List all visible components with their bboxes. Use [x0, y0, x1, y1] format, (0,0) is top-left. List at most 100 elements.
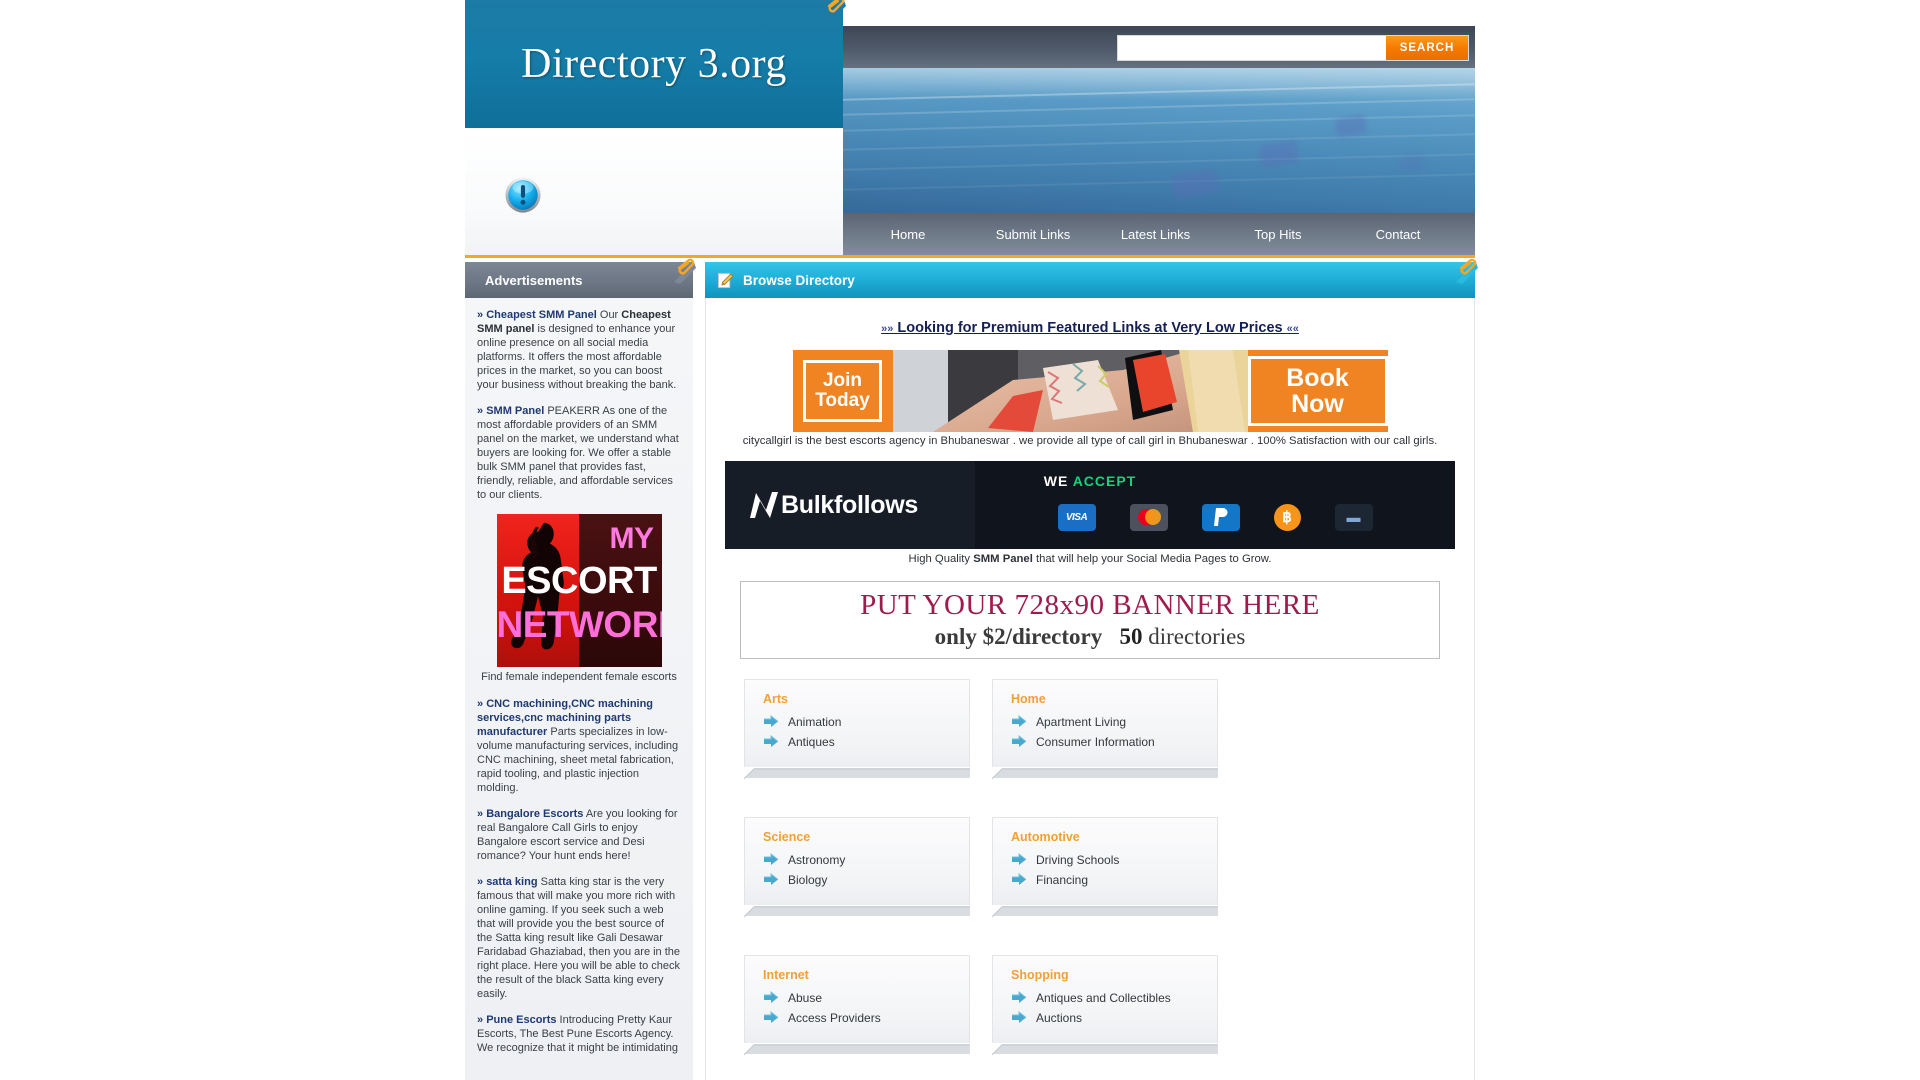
category-link-row[interactable]: Animation	[757, 715, 961, 729]
category-link-row[interactable]: Auctions	[1005, 1011, 1209, 1025]
arrow-right-icon	[764, 853, 779, 865]
arrow-right-icon	[764, 991, 779, 1003]
arrow-right-icon	[1012, 991, 1027, 1003]
header-divider	[465, 255, 1475, 258]
category-link-row[interactable]: Consumer Information	[1005, 735, 1209, 749]
category-cell: Internet Abuse Access Providers	[744, 955, 970, 1055]
nav-item-top-hits[interactable]: Top Hits	[1218, 227, 1338, 242]
arrow-right-icon	[764, 735, 779, 747]
category-link-label: Astronomy	[788, 853, 846, 867]
sidebar-ad-link[interactable]: Cheapest SMM Panel	[486, 309, 597, 321]
nav-link-contact[interactable]: Contact	[1372, 227, 1425, 242]
ad-photo	[892, 350, 1248, 432]
category-link-row[interactable]: Astronomy	[757, 853, 961, 867]
visa-icon: VISA	[1057, 503, 1096, 531]
caption-pre: High Quality	[908, 553, 974, 565]
sidebar-banner-ad[interactable]: MY ESCORT NETWORK	[496, 514, 662, 667]
sidebar-ad-text: Our	[596, 309, 622, 321]
category-link-row[interactable]: Biology	[757, 873, 961, 887]
join-today-badge[interactable]: Join Today	[792, 350, 893, 432]
banner-placeholder[interactable]: PUT YOUR 728x90 BANNER HERE only $2/dire…	[740, 581, 1440, 659]
category-title[interactable]: Automotive	[1011, 830, 1209, 844]
ad-bullet: »	[477, 698, 487, 710]
caption-post: that will help your Social Media Pages t…	[1032, 553, 1272, 565]
category-link-row[interactable]: Antiques	[757, 735, 961, 749]
payment-methods: VISA ฿ ▬	[995, 499, 1435, 535]
nav-item-home[interactable]: Home	[843, 227, 973, 242]
we-accept-word1: WE	[1043, 473, 1069, 489]
ad-bullet: »	[477, 876, 487, 888]
ad-bullet: »	[477, 1014, 487, 1026]
banner-placeholder-line2: only $2/directory 50 directories	[935, 624, 1246, 650]
category-title[interactable]: Shopping	[1011, 968, 1209, 982]
sidebar-ads-top: » Cheapest SMM Panel Our Cheapest SMM pa…	[477, 308, 681, 502]
arrow-right-icon	[764, 873, 779, 885]
nav-link-latest-links[interactable]: Latest Links	[1117, 227, 1194, 242]
nav-item-submit-links[interactable]: Submit Links	[973, 227, 1093, 242]
sidebar-ad-item: » satta king Satta king star is the very…	[477, 875, 681, 1001]
card-footer	[744, 1043, 970, 1055]
category-title[interactable]: Home	[1011, 692, 1209, 706]
card-footer	[992, 1043, 1218, 1055]
category-link-label: Antiques	[788, 735, 835, 749]
bulkfollows-banner[interactable]: Bulkfollows WE ACCEPT VISA ฿ ▬	[725, 461, 1455, 549]
nav-link-home[interactable]: Home	[887, 227, 930, 242]
banner-count-unit: directories	[1142, 624, 1246, 650]
bitcoin-icon: ฿	[1273, 503, 1301, 531]
sidebar-ads-bottom: » CNC machining,CNC machining services,c…	[477, 697, 681, 1055]
category-card: Shopping Antiques and Collectibles Auction…	[992, 955, 1218, 1043]
nav-link-top-hits[interactable]: Top Hits	[1251, 227, 1306, 242]
sidebar-ad-link[interactable]: satta king	[486, 876, 537, 888]
category-link-row[interactable]: Access Providers	[757, 1011, 961, 1025]
mastercard-icon	[1129, 503, 1168, 531]
sidebar-ad-text: Satta king star is the very famous that …	[477, 876, 681, 1000]
sidebar-ad-item: » Cheapest SMM Panel Our Cheapest SMM pa…	[477, 308, 681, 392]
banner-line-1: MY	[609, 522, 655, 555]
search-input[interactable]	[1118, 36, 1386, 60]
site-logo[interactable]: Directory 3.org	[465, 0, 846, 128]
card-footer	[744, 767, 970, 779]
sidebar-ad-link[interactable]: Bangalore Escorts	[486, 808, 583, 820]
nav-item-contact[interactable]: Contact	[1338, 227, 1458, 242]
hero-banner-image	[843, 68, 1475, 213]
paperclip-icon	[674, 258, 696, 284]
nav-item-latest-links[interactable]: Latest Links	[1093, 227, 1218, 242]
category-link-row[interactable]: Driving Schools	[1005, 853, 1209, 867]
sidebar-ad-link[interactable]: Pune Escorts	[486, 1014, 556, 1026]
category-link-row[interactable]: Abuse	[757, 991, 961, 1005]
category-title[interactable]: Arts	[763, 692, 961, 706]
category-link-label: Animation	[788, 715, 842, 729]
escort-ad-banner[interactable]: Join Today Book Now	[792, 350, 1388, 432]
category-grid: Arts Animation Antiques Home Apartment Livin…	[720, 677, 1460, 1080]
search-bar: SEARCH	[843, 26, 1475, 68]
nav-link-submit-links[interactable]: Submit Links	[992, 227, 1074, 242]
main-panel-title: Browse Directory	[743, 272, 855, 288]
premium-links-promo[interactable]: »» Looking for Premium Featured Links at…	[720, 320, 1460, 336]
category-link-row[interactable]: Financing	[1005, 873, 1209, 887]
promo-label: Looking for Premium Featured Links at Ve…	[897, 320, 1283, 336]
sidebar-ad-link[interactable]: SMM Panel	[486, 405, 544, 417]
card-footer	[744, 905, 970, 917]
main-panel-header: Browse Directory	[705, 258, 1478, 298]
category-link-row[interactable]: Antiques and Collectibles	[1005, 991, 1209, 1005]
sidebar-title: Advertisements	[485, 272, 583, 288]
category-link-row[interactable]: Apartment Living	[1005, 715, 1209, 729]
category-link-label: Consumer Information	[1036, 735, 1155, 749]
search-button[interactable]: SEARCH	[1386, 36, 1468, 60]
banner-price: only $2/directory	[934, 624, 1103, 650]
category-title[interactable]: Science	[763, 830, 961, 844]
site-header: Directory 3.org SEARCH Home Submit Links…	[465, 0, 1475, 255]
book-now-badge[interactable]: Book Now	[1247, 350, 1388, 432]
sidebar-ad-text: PEAKERR As one of the most affordable pr…	[477, 405, 679, 501]
arrow-right-icon	[1012, 1011, 1027, 1023]
bulkfollows-caption: High Quality SMM Panel that will help yo…	[720, 553, 1460, 565]
category-link-label: Auctions	[1036, 1011, 1083, 1025]
category-link-label: Abuse	[788, 991, 823, 1005]
bulkfollows-brand-text: Bulkfollows	[781, 490, 918, 519]
we-accept-label: WE ACCEPT	[725, 473, 1455, 489]
card-footer	[992, 767, 1218, 779]
sidebar-ad-item: » CNC machining,CNC machining services,c…	[477, 697, 681, 795]
ad-bullet: »	[477, 405, 487, 417]
category-cell: Arts Animation Antiques	[744, 679, 970, 779]
category-title[interactable]: Internet	[763, 968, 961, 982]
